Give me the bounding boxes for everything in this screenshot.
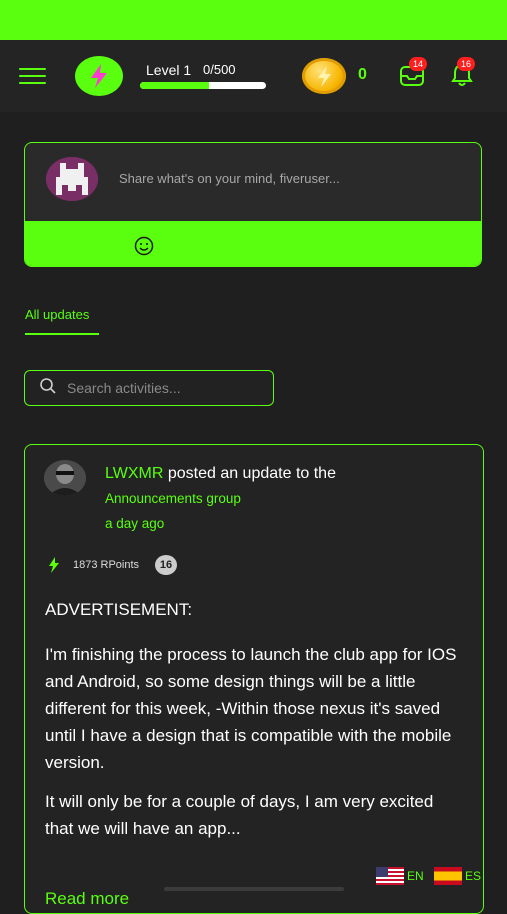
coin-icon[interactable]: [302, 58, 346, 94]
author-avatar[interactable]: [44, 460, 86, 496]
post-composer[interactable]: Share what's on your mind, fiveruser...: [24, 142, 482, 267]
level-badge[interactable]: [75, 56, 123, 96]
tab-active-indicator: [25, 333, 99, 335]
post-action-text: posted an update to the: [167, 465, 336, 482]
lightning-icon: [91, 64, 107, 88]
emoji-icon[interactable]: [133, 235, 155, 257]
post-header: LWXMR posted an update to the Announceme…: [105, 461, 336, 536]
language-code: ES: [465, 869, 482, 883]
menu-icon[interactable]: [19, 68, 46, 86]
points-row: 1873 RPoints 16: [47, 555, 178, 575]
tab-all-updates[interactable]: All updates: [25, 307, 89, 322]
search-input[interactable]: [65, 377, 259, 399]
top-accent-bar: [0, 0, 507, 40]
search-icon: [40, 378, 56, 394]
home-indicator: [164, 887, 344, 891]
post-paragraph: It will only be for a couple of days, I …: [45, 792, 434, 838]
language-code: EN: [407, 869, 424, 883]
rpoints-icon: [49, 557, 59, 573]
post-paragraph: I'm finishing the process to launch the …: [45, 645, 457, 772]
activity-post: LWXMR posted an update to the Announceme…: [24, 444, 484, 914]
rpoints-count: 1873 RPoints: [73, 559, 140, 571]
level-progress-fill: [140, 82, 210, 89]
read-more-link[interactable]: Read more: [45, 889, 129, 909]
language-es[interactable]: ES: [434, 867, 481, 885]
level-progress-text: 0/500: [203, 62, 236, 77]
notifications-badge: 16: [457, 57, 476, 71]
inbox-badge: 14: [409, 57, 428, 71]
post-body: I'm finishing the process to launch the …: [45, 641, 465, 854]
post-title: ADVERTISEMENT:: [45, 600, 193, 619]
post-author-link[interactable]: LWXMR: [105, 465, 163, 482]
user-avatar: [46, 157, 98, 201]
language-en[interactable]: EN: [376, 867, 424, 885]
level-label: Level 1: [146, 62, 192, 78]
post-timestamp[interactable]: a day ago: [105, 511, 336, 536]
post-group-link[interactable]: Announcements group: [105, 486, 336, 511]
level-progress-bar: [140, 82, 266, 89]
composer-input[interactable]: Share what's on your mind, fiveruser...: [119, 171, 340, 186]
search-box[interactable]: [24, 370, 274, 406]
us-flag-icon: [376, 867, 404, 885]
spain-flag-icon: [434, 867, 462, 885]
rank-badge: 16: [155, 555, 178, 575]
coin-count: 0: [358, 66, 367, 83]
composer-toolbar: [25, 221, 481, 266]
